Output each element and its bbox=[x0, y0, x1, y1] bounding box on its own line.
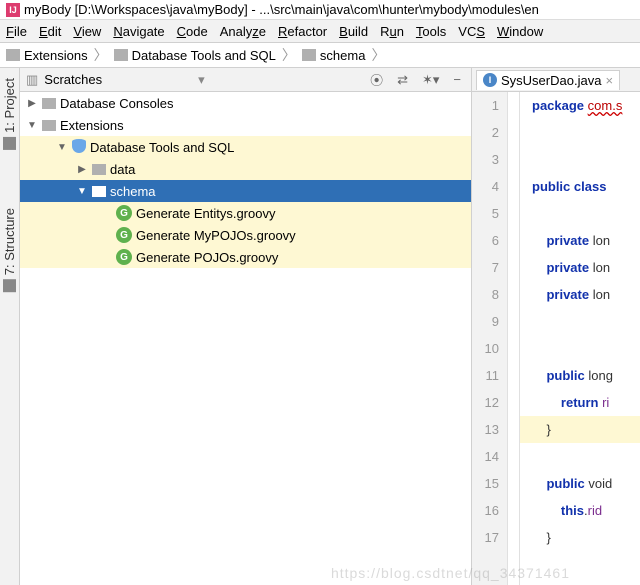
code-area[interactable]: package com.s public class private lon p… bbox=[520, 92, 640, 585]
gear-icon[interactable]: ✶▾ bbox=[418, 72, 443, 88]
tree-row-groovy[interactable]: G Generate POJOs.groovy bbox=[20, 246, 471, 268]
tree-row-extensions[interactable]: ▼ Extensions bbox=[20, 114, 471, 136]
tree-label: Database Consoles bbox=[60, 96, 173, 111]
groovy-icon: G bbox=[116, 205, 132, 221]
folder-icon bbox=[114, 49, 128, 61]
menu-build[interactable]: Build bbox=[339, 24, 368, 39]
folder-icon bbox=[6, 49, 20, 61]
tree-label: Generate MyPOJOs.groovy bbox=[136, 228, 296, 243]
close-icon[interactable]: × bbox=[605, 73, 613, 88]
folder-icon bbox=[42, 98, 56, 109]
scratches-icon: ▥ bbox=[26, 72, 38, 88]
chevron-right-icon: 〉 bbox=[280, 45, 298, 65]
breadcrumb-bar: Extensions 〉 Database Tools and SQL 〉 sc… bbox=[0, 42, 640, 68]
menu-edit[interactable]: Edit bbox=[39, 24, 61, 39]
folder-icon bbox=[92, 164, 106, 175]
tree-row-db-consoles[interactable]: ▶ Database Consoles bbox=[20, 92, 471, 114]
tree-label: Generate Entitys.groovy bbox=[136, 206, 275, 221]
split-icon[interactable]: ⇄ bbox=[393, 72, 412, 88]
menu-file[interactable]: File bbox=[6, 24, 27, 39]
menu-navigate[interactable]: Navigate bbox=[113, 24, 164, 39]
target-icon[interactable]: ⦿ bbox=[366, 70, 387, 89]
chevron-down-icon[interactable]: ▼ bbox=[26, 120, 38, 131]
folder-icon bbox=[42, 120, 56, 131]
tree-row-groovy[interactable]: G Generate MyPOJOs.groovy bbox=[20, 224, 471, 246]
tree-label: Generate POJOs.groovy bbox=[136, 250, 278, 265]
watermark: https://blog.csdtnet/qq_34371461 bbox=[331, 565, 570, 581]
tab-label: SysUserDao.java bbox=[501, 73, 601, 88]
breadcrumb-item[interactable]: schema bbox=[320, 48, 366, 63]
tree-row-schema[interactable]: ▼ schema bbox=[20, 180, 471, 202]
chevron-right-icon[interactable]: ▶ bbox=[26, 98, 38, 109]
gutter-marks bbox=[508, 92, 520, 585]
menu-code[interactable]: Code bbox=[177, 24, 208, 39]
editor-tab-bar: I SysUserDao.java × bbox=[472, 68, 640, 92]
structure-icon bbox=[3, 279, 16, 292]
menu-tools[interactable]: Tools bbox=[416, 24, 446, 39]
tree-label: Extensions bbox=[60, 118, 124, 133]
tree-header: ▥ Scratches ▾ ⦿ ⇄ ✶▾ − bbox=[20, 68, 471, 92]
line-number-gutter: 1234567891011121314151617 bbox=[472, 92, 508, 585]
menu-analyze[interactable]: Analyze bbox=[220, 24, 266, 39]
database-icon bbox=[72, 139, 86, 155]
groovy-icon: G bbox=[116, 227, 132, 243]
chevron-right-icon: 〉 bbox=[92, 45, 110, 65]
menu-vcs[interactable]: VCS bbox=[458, 24, 485, 39]
tree-label: Database Tools and SQL bbox=[90, 140, 234, 155]
tree-row-data[interactable]: ▶ data bbox=[20, 158, 471, 180]
intellij-icon: IJ bbox=[6, 3, 20, 17]
breadcrumb-item[interactable]: Database Tools and SQL bbox=[132, 48, 276, 63]
tree-label: data bbox=[110, 162, 135, 177]
tree-row-groovy[interactable]: G Generate Entitys.groovy bbox=[20, 202, 471, 224]
breadcrumb-item[interactable]: Extensions bbox=[24, 48, 88, 63]
side-tab-project[interactable]: 1: Project bbox=[2, 78, 17, 150]
interface-icon: I bbox=[483, 73, 497, 87]
window-title: myBody [D:\Workspaces\java\myBody] - ...… bbox=[24, 2, 539, 17]
tree-row-db-tools[interactable]: ▼ Database Tools and SQL bbox=[20, 136, 471, 158]
menu-window[interactable]: Window bbox=[497, 24, 543, 39]
menu-run[interactable]: Run bbox=[380, 24, 404, 39]
left-side-strip: 1: Project 7: Structure bbox=[0, 68, 20, 585]
folder-icon bbox=[302, 49, 316, 61]
chevron-down-icon[interactable]: ▾ bbox=[198, 72, 205, 88]
editor-body[interactable]: 1234567891011121314151617 package com.s … bbox=[472, 92, 640, 585]
tree-label: schema bbox=[110, 184, 156, 199]
window-title-bar: IJ myBody [D:\Workspaces\java\myBody] - … bbox=[0, 0, 640, 20]
chevron-down-icon[interactable]: ▼ bbox=[56, 142, 68, 153]
editor-tab[interactable]: I SysUserDao.java × bbox=[476, 70, 620, 90]
project-tree-panel: ▥ Scratches ▾ ⦿ ⇄ ✶▾ − ▶ Database Consol… bbox=[20, 68, 472, 585]
minimize-icon[interactable]: − bbox=[449, 72, 465, 87]
menu-refactor[interactable]: Refactor bbox=[278, 24, 327, 39]
groovy-icon: G bbox=[116, 249, 132, 265]
menu-view[interactable]: View bbox=[73, 24, 101, 39]
chevron-right-icon: 〉 bbox=[369, 45, 387, 65]
project-icon bbox=[3, 137, 16, 150]
menu-bar: File Edit View Navigate Code Analyze Ref… bbox=[0, 20, 640, 42]
chevron-down-icon[interactable]: ▼ bbox=[76, 186, 88, 197]
folder-icon bbox=[92, 186, 106, 197]
editor-panel: I SysUserDao.java × 12345678910111213141… bbox=[472, 68, 640, 585]
tree-body[interactable]: ▶ Database Consoles ▼ Extensions ▼ Datab… bbox=[20, 92, 471, 585]
tree-header-title[interactable]: Scratches bbox=[44, 72, 102, 87]
chevron-right-icon[interactable]: ▶ bbox=[76, 164, 88, 175]
side-tab-structure[interactable]: 7: Structure bbox=[2, 208, 17, 292]
